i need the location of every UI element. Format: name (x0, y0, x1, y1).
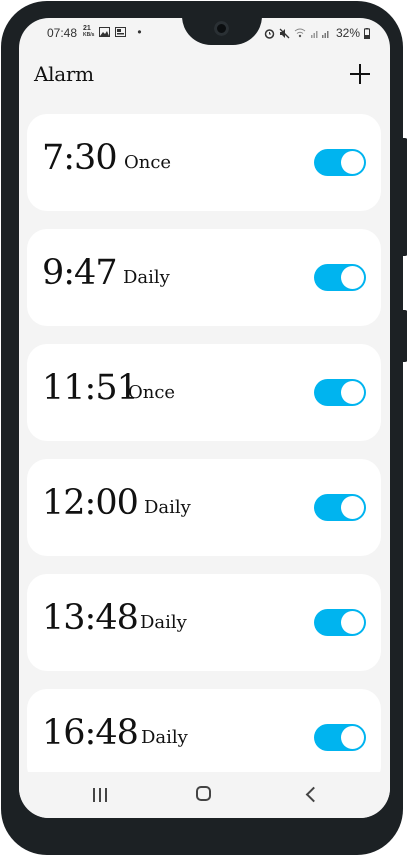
status-right-icons: 32% (264, 26, 370, 40)
alarm-card[interactable]: 12:00 Daily (27, 459, 381, 556)
gallery-icon (99, 27, 111, 37)
alarm-list[interactable]: 7:30 Once 9:47 Daily 11:51 Once 12:00 Da… (19, 114, 390, 772)
recents-icon[interactable] (89, 784, 113, 806)
alarm-toggle[interactable] (314, 494, 366, 521)
alarm-repeat: Once (128, 382, 176, 403)
alarm-time: 12:00 (42, 483, 139, 523)
mute-icon (279, 28, 290, 38)
screen: 07:48 21 KB/s • 32% Alarm 7:30 Once 9:47… (19, 18, 390, 818)
alarm-card[interactable]: 9:47 Daily (27, 229, 381, 326)
toggle-knob (341, 496, 364, 519)
toggle-knob (341, 266, 364, 289)
alarm-repeat: Daily (140, 612, 187, 633)
toggle-knob (341, 726, 364, 749)
toggle-knob (341, 611, 364, 634)
volume-button (403, 310, 407, 362)
wifi-icon (294, 28, 306, 38)
status-left-icons: 21 KB/s • (83, 25, 142, 39)
alarm-repeat: Once (124, 152, 172, 173)
power-button (403, 138, 407, 256)
notification-dot: • (137, 25, 142, 39)
alarm-time: 16:48 (42, 713, 139, 753)
alarm-toggle[interactable] (314, 379, 366, 406)
home-icon[interactable] (196, 786, 211, 801)
toggle-knob (341, 381, 364, 404)
alarm-card[interactable]: 16:48 Daily (27, 689, 381, 772)
alarm-time: 9:47 (42, 253, 118, 293)
phone-frame: 07:48 21 KB/s • 32% Alarm 7:30 Once 9:47… (1, 1, 407, 855)
page-title: Alarm (34, 62, 94, 86)
alarm-card[interactable]: 7:30 Once (27, 114, 381, 211)
alarm-toggle[interactable] (314, 264, 366, 291)
alarm-toggle[interactable] (314, 609, 366, 636)
toggle-knob (341, 151, 364, 174)
battery-icon (364, 27, 370, 39)
alarm-time: 13:48 (42, 598, 139, 638)
alarm-time: 7:30 (42, 138, 118, 178)
alarm-toggle[interactable] (314, 149, 366, 176)
alarm-time: 11:51 (42, 368, 139, 408)
signal-icon (310, 31, 329, 38)
back-icon[interactable] (304, 786, 320, 802)
alarm-clock-icon (264, 28, 275, 39)
plus-icon[interactable] (348, 62, 372, 86)
alarm-repeat: Daily (141, 727, 188, 748)
alarm-toggle[interactable] (314, 724, 366, 751)
camera-icon (214, 21, 229, 36)
alarm-card[interactable]: 13:48 Daily (27, 574, 381, 671)
alarm-repeat: Daily (123, 267, 170, 288)
status-time: 07:48 (47, 26, 78, 40)
battery-percent: 32% (335, 26, 360, 40)
net-speed-indicator: 21 KB/s (83, 25, 95, 38)
system-nav-bar (19, 772, 390, 818)
screenshot-icon (115, 27, 127, 37)
alarm-repeat: Daily (144, 497, 191, 518)
alarm-card[interactable]: 11:51 Once (27, 344, 381, 441)
